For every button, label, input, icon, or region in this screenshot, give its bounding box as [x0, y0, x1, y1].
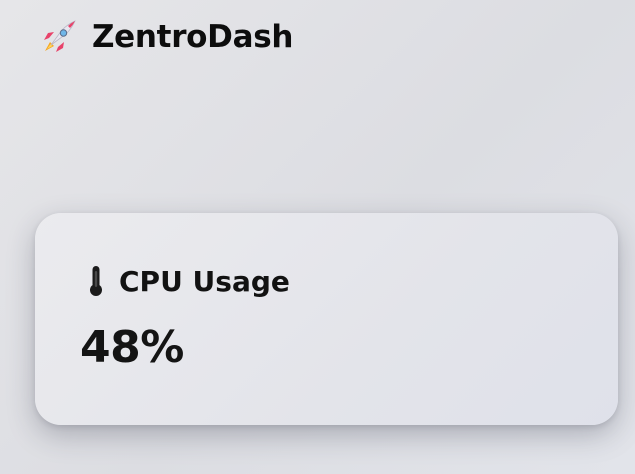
metric-label: CPU Usage [119, 264, 290, 298]
rocket-icon [40, 18, 78, 56]
thermometer-icon [85, 263, 107, 299]
metric-value: 48% [80, 322, 184, 373]
app-header: ZentroDash [40, 14, 293, 60]
card-header: CPU Usage [85, 263, 290, 299]
cpu-usage-card: CPU Usage 48% [35, 213, 618, 425]
app-title: ZentroDash [92, 19, 294, 55]
